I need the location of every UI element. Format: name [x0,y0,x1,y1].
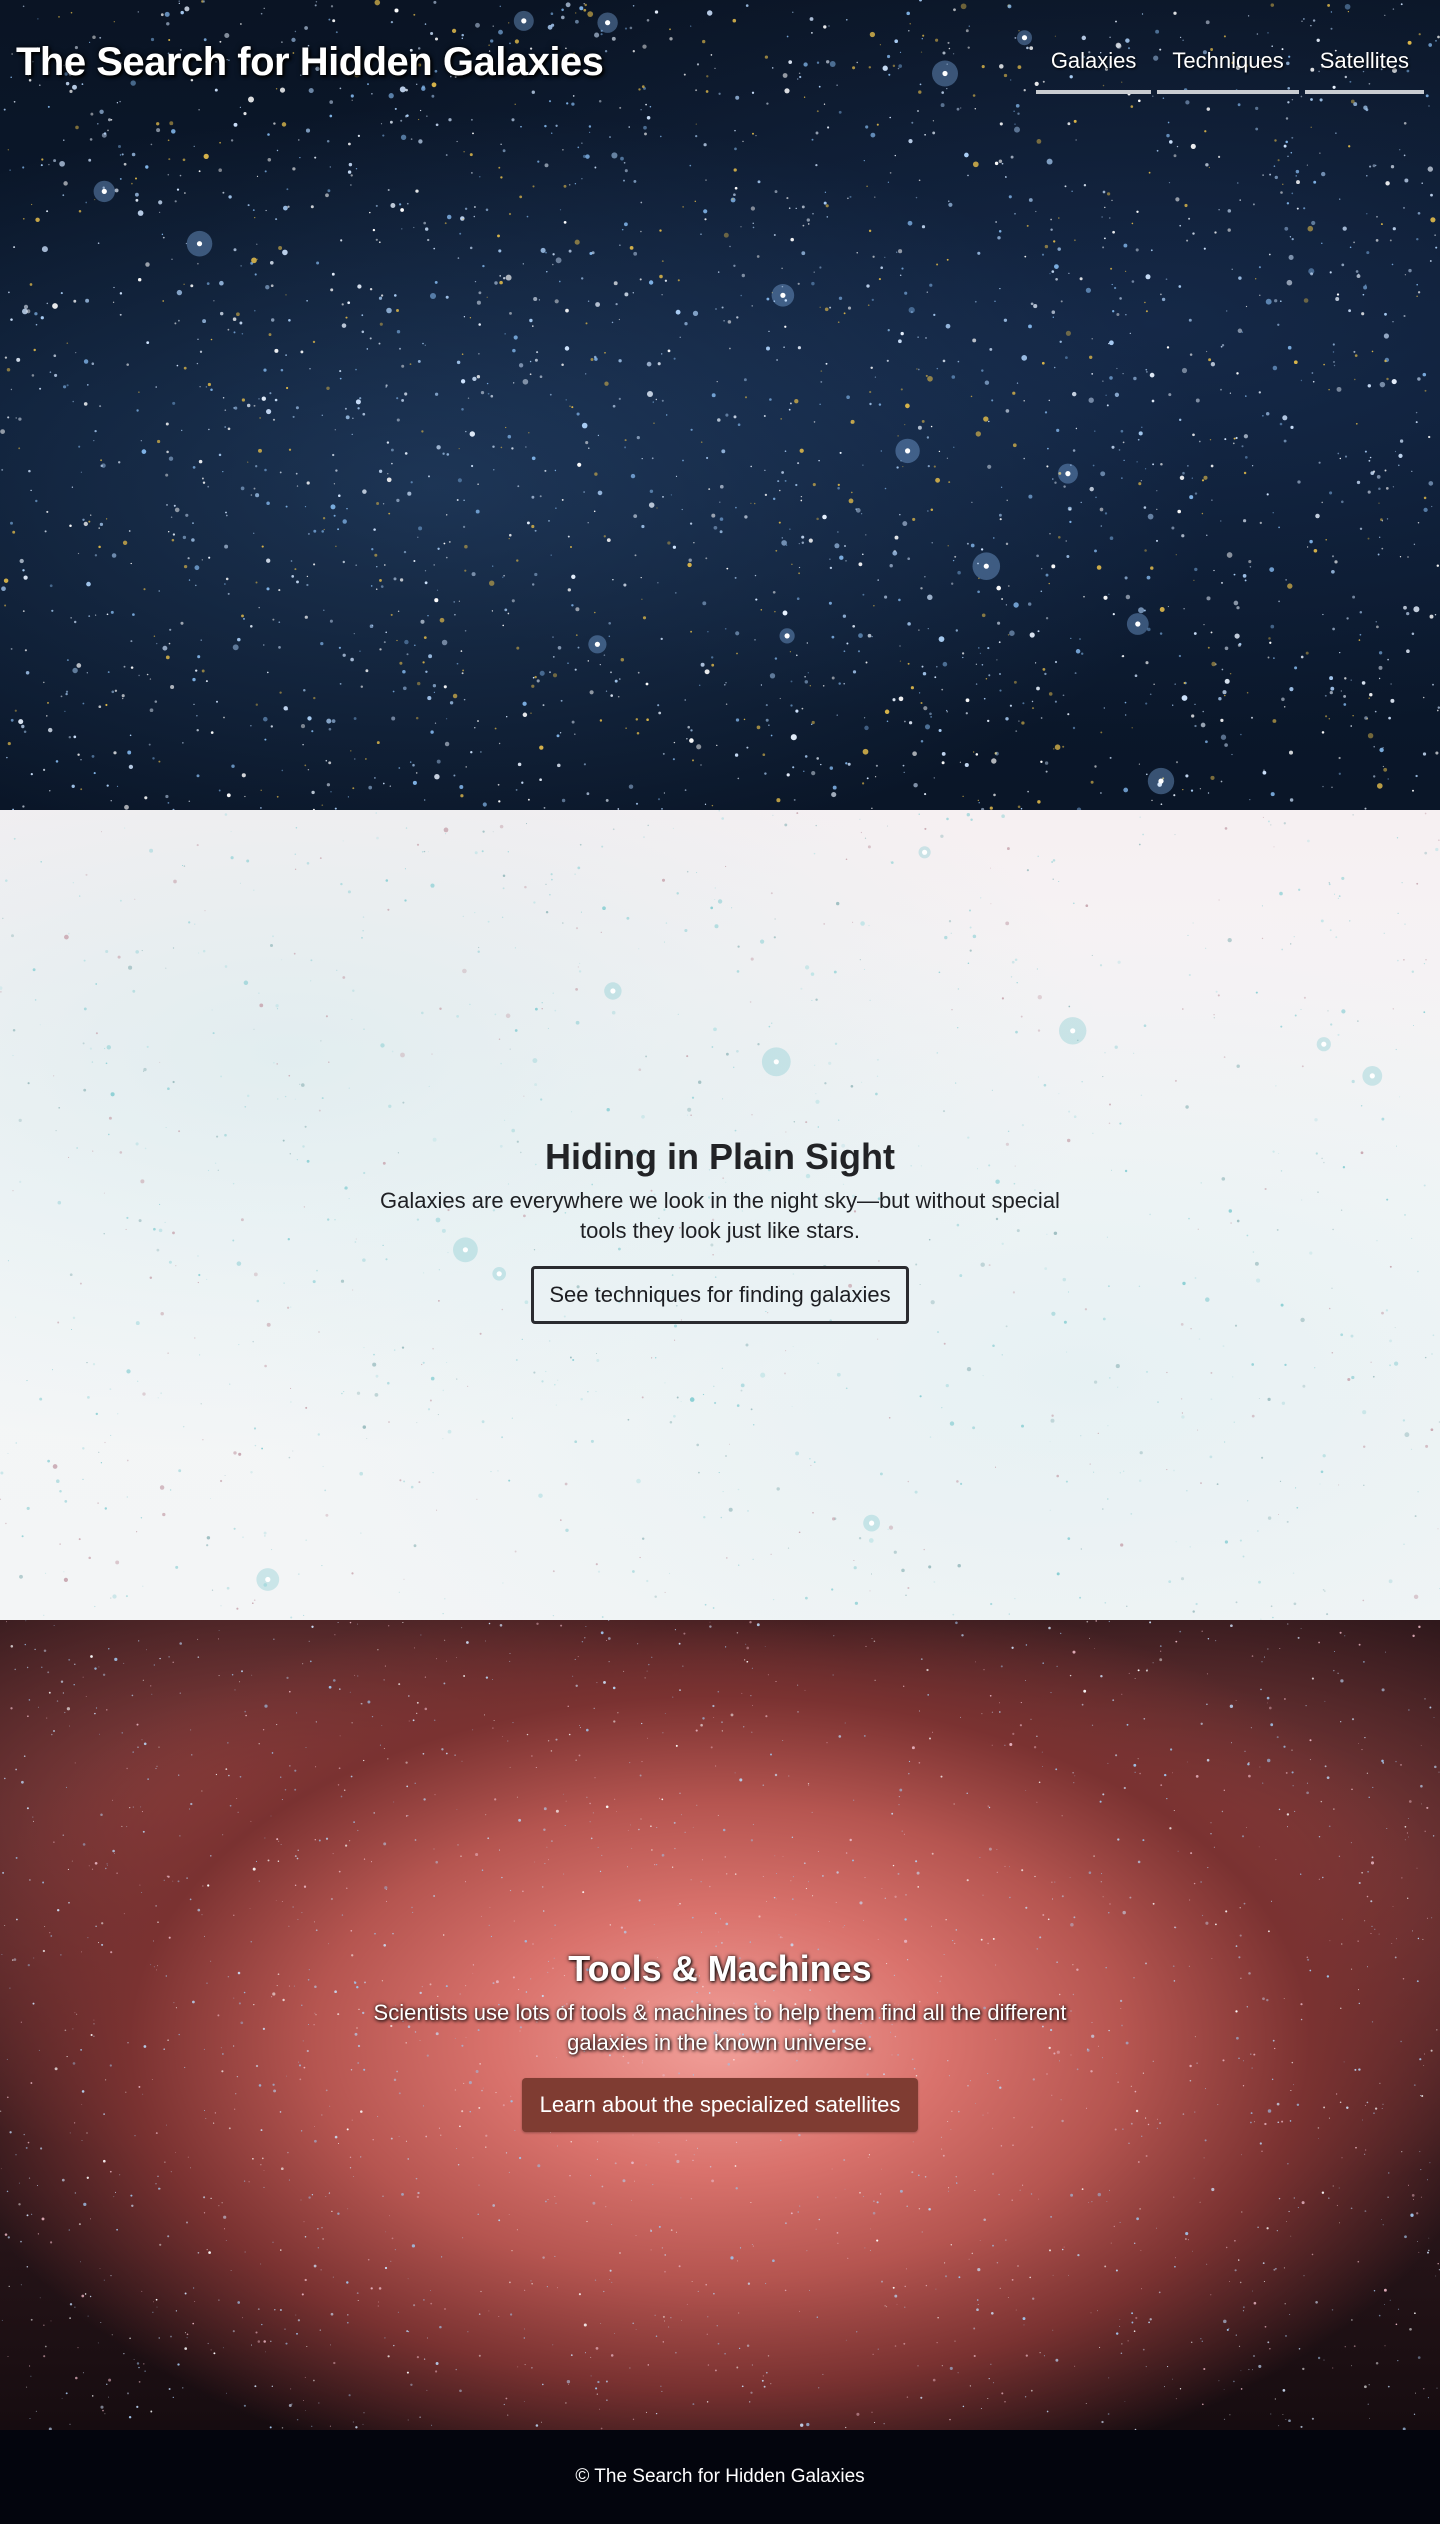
techniques-button[interactable]: See techniques for finding galaxies [531,1266,909,1324]
tools-title: Tools & Machines [568,1948,872,1989]
site-header: The Search for Hidden Galaxies Galaxies … [0,0,1440,110]
starfield-background [0,0,1440,810]
plain-sight-content: Hiding in Plain Sight Galaxies are every… [370,1136,1070,1324]
nav-link-techniques[interactable]: Techniques [1157,44,1299,94]
tools-text: Scientists use lots of tools & machines … [373,2000,1067,2055]
hero-section: The Search for Hidden Galaxies Galaxies … [0,0,1440,810]
main-nav: Galaxies Techniques Satellites [1035,44,1424,94]
tools-content: Tools & Machines Scientists use lots of … [370,1948,1070,2132]
site-title[interactable]: The Search for Hidden Galaxies [16,40,604,85]
plain-sight-section: Hiding in Plain Sight Galaxies are every… [0,810,1440,1620]
satellites-button[interactable]: Learn about the specialized satellites [521,2078,919,2132]
nav-link-galaxies[interactable]: Galaxies [1035,44,1152,94]
nav-link-satellites[interactable]: Satellites [1304,44,1424,94]
footer-copyright: © The Search for Hidden Galaxies [575,2466,865,2487]
plain-sight-text: Galaxies are everywhere we look in the n… [380,1188,1060,1243]
tools-section: Tools & Machines Scientists use lots of … [0,1620,1440,2430]
site-footer: © The Search for Hidden Galaxies [0,2430,1440,2524]
plain-sight-title: Hiding in Plain Sight [545,1136,895,1177]
